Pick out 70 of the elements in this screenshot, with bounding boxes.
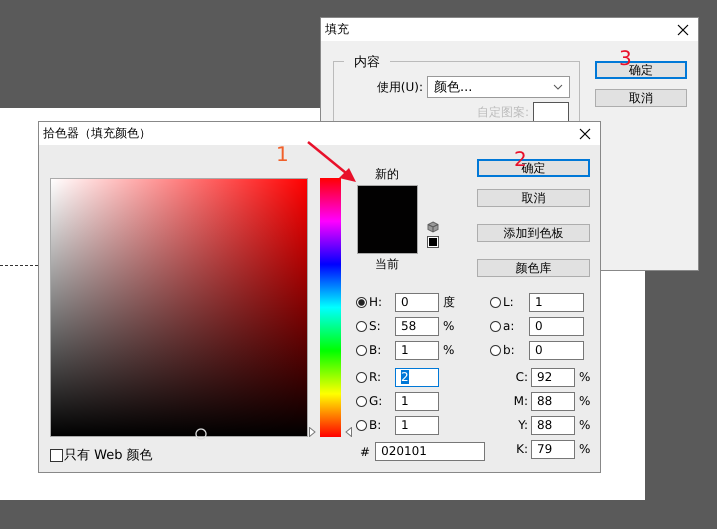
hue-slider[interactable]: [309, 178, 352, 437]
radio-button[interactable]: [356, 372, 367, 382]
web-safe-swatch[interactable]: [427, 236, 439, 248]
input-field[interactable]: 58: [395, 316, 439, 336]
unit-label: %: [443, 319, 454, 333]
field-label: b:: [502, 343, 516, 357]
hex-input-field[interactable]: 020101: [375, 442, 486, 461]
unit-label: %: [579, 442, 590, 456]
radio-button[interactable]: [490, 320, 501, 332]
color-marker[interactable]: [195, 428, 207, 440]
radio-button[interactable]: [356, 296, 367, 308]
input-field[interactable]: 0: [395, 292, 439, 312]
field-label: M:: [512, 394, 529, 408]
input-field[interactable]: 0: [529, 316, 584, 336]
radio-button[interactable]: [356, 420, 367, 430]
input-field[interactable]: 88: [531, 392, 575, 410]
close-icon[interactable]: [579, 128, 591, 140]
field-label: L:: [502, 295, 515, 309]
hex-label: #: [360, 444, 370, 458]
field-label: B:: [368, 343, 382, 357]
input-field[interactable]: 0: [529, 340, 584, 360]
radio-button[interactable]: [490, 344, 501, 356]
color-swatch: [356, 185, 418, 254]
cube-icon[interactable]: [427, 221, 439, 233]
close-icon[interactable]: [677, 24, 689, 36]
input-field[interactable]: 92: [531, 368, 575, 386]
field-label: Y:: [517, 418, 529, 432]
current-label: 当前: [375, 256, 399, 273]
new-label: 新的: [375, 166, 399, 183]
input-field[interactable]: 2: [395, 368, 439, 386]
annotation-arrow: [306, 140, 358, 184]
checkbox-label: 只有 Web 颜色: [64, 447, 153, 464]
dialog-button[interactable]: 添加到色板: [477, 224, 590, 242]
radio-button[interactable]: [356, 396, 367, 406]
window-title: 拾色器（填充颜色）: [43, 125, 151, 142]
unit-label: %: [579, 418, 590, 432]
dialog-button[interactable]: 颜色库: [477, 259, 590, 277]
field-label: R:: [368, 370, 382, 384]
radio-button[interactable]: [490, 296, 501, 308]
input-field[interactable]: 79: [531, 440, 575, 458]
input-field[interactable]: 1: [395, 416, 439, 434]
radio-button[interactable]: [356, 344, 367, 356]
field-label: H:: [368, 295, 384, 309]
window-title: 填充: [325, 21, 349, 38]
chevron-icon: [553, 84, 563, 90]
unit-label: 度: [443, 294, 455, 310]
annotation-number: 1: [276, 143, 289, 165]
field-label: C:: [514, 370, 529, 384]
group-title: 内容: [344, 53, 390, 71]
field-label: G:: [368, 394, 384, 408]
field-label: S:: [368, 319, 382, 333]
use-dropdown[interactable]: 颜色...: [427, 76, 570, 98]
checkbox[interactable]: [50, 448, 63, 462]
unit-label: %: [579, 394, 590, 408]
saturation-brightness-field[interactable]: [50, 178, 308, 437]
unit-label: %: [443, 343, 454, 357]
radio-button[interactable]: [356, 320, 367, 332]
field-label: K:: [515, 442, 529, 456]
input-field[interactable]: 1: [395, 392, 439, 410]
input-field[interactable]: 1: [529, 292, 584, 312]
field-label: a:: [502, 319, 516, 333]
input-field[interactable]: 88: [531, 416, 575, 434]
unit-label: %: [579, 370, 590, 384]
pattern-picker[interactable]: [533, 102, 569, 122]
use-label: 使用(U):: [376, 78, 423, 96]
slider-handle[interactable]: [309, 427, 352, 437]
dialog-button[interactable]: 取消: [595, 89, 687, 107]
input-field[interactable]: 1: [395, 340, 439, 360]
dialog-button[interactable]: 取消: [477, 189, 590, 207]
field-label: B:: [368, 418, 382, 432]
